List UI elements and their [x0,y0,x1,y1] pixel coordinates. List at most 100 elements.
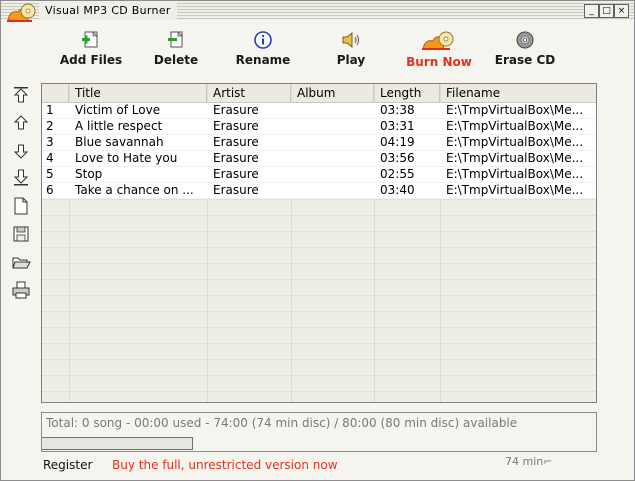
grid-row-line [42,391,596,392]
move-bottom-icon[interactable] [11,167,31,187]
track-title: Blue savannah [75,135,164,149]
play-label: Play [336,53,366,67]
speaker-icon [342,31,359,49]
track-album [291,103,374,118]
track-album [291,183,374,198]
rename-label: Rename [235,53,291,67]
erase-cd-label: Erase CD [494,53,556,67]
track-number: 2 [46,119,54,133]
grid-row-line [42,199,596,200]
grid-row-line [42,295,596,296]
track-number: 5 [46,167,54,181]
table-row[interactable]: 5 Stop Erasure 02:55 E:\TmpVirtualBox\Me… [42,167,596,183]
table-row[interactable]: 2 A little respect Erasure 03:31 E:\TmpV… [42,119,596,135]
track-length: 03:31 [380,119,415,133]
column-header-title[interactable]: Title [69,84,207,102]
track-list-header: Title Artist Album Length Filename [42,84,596,103]
column-header-filename[interactable]: Filename [440,84,596,102]
track-album [291,151,374,166]
maximize-button[interactable]: □ [599,4,614,18]
app-logo-icon [7,3,36,22]
delete-button[interactable]: Delete [151,31,201,75]
grid-row-line [42,375,596,376]
move-top-icon[interactable] [11,85,31,105]
burn-now-button[interactable]: Burn Now [405,31,473,75]
table-row[interactable]: 6 Take a chance on ... Erasure 03:40 E:\… [42,183,596,199]
track-list-body: 1 Victim of Love Erasure 03:38 E:\TmpVir… [42,103,596,199]
grid-row-line [42,279,596,280]
track-length: 03:40 [380,183,415,197]
track-number: 1 [46,103,54,117]
track-length: 04:19 [380,135,415,149]
track-artist: Erasure [213,119,259,133]
delete-icon [168,31,183,48]
grid-row-line [42,343,596,344]
track-length: 03:38 [380,103,415,117]
track-number: 4 [46,151,54,165]
rename-button[interactable]: Rename [234,31,292,75]
track-album [291,167,374,182]
new-list-icon[interactable] [11,196,31,216]
open-folder-icon[interactable] [11,252,31,272]
column-header-length[interactable]: Length [374,84,440,102]
track-artist: Erasure [213,151,259,165]
track-filename: E:\TmpVirtualBox\Me... [446,151,584,165]
save-list-icon[interactable] [11,224,31,244]
close-button[interactable]: × [614,4,629,18]
track-length: 02:55 [380,167,415,181]
delete-label: Delete [153,53,199,67]
register-link[interactable]: Register [43,458,92,472]
grid-row-line [42,215,596,216]
minimize-button[interactable]: _ [584,4,599,18]
grid-row-line [42,231,596,232]
track-title: Take a chance on ... [75,183,194,197]
erase-cd-button[interactable]: Erase CD [493,31,557,75]
table-row[interactable]: 3 Blue savannah Erasure 04:19 E:\TmpVirt… [42,135,596,151]
track-number: 6 [46,183,54,197]
track-number: 3 [46,135,54,149]
title-bar[interactable]: Visual MP3 CD Burner _ □ × [1,1,634,22]
column-header-artist[interactable]: Artist [207,84,291,102]
track-title: Stop [75,167,103,181]
move-up-icon[interactable] [11,113,31,133]
track-title: Love to Hate you [75,151,178,165]
move-down-icon[interactable] [11,141,31,161]
track-artist: Erasure [213,135,259,149]
play-button[interactable]: Play [331,31,371,75]
track-list[interactable]: Title Artist Album Length Filename 1 Vic… [41,83,597,403]
grid-row-line [42,359,596,360]
track-artist: Erasure [213,183,259,197]
track-artist: Erasure [213,103,259,117]
column-header-album[interactable]: Album [291,84,374,102]
title-text-wrap: Visual MP3 CD Burner [39,2,177,19]
grid-row-line [42,247,596,248]
table-row[interactable]: 4 Love to Hate you Erasure 03:56 E:\TmpV… [42,151,596,167]
track-album [291,119,374,134]
disc-size-selector[interactable]: 74 min⌐ [505,455,552,468]
track-length: 03:56 [380,151,415,165]
add-files-icon [82,31,98,48]
track-filename: E:\TmpVirtualBox\Me... [446,167,584,181]
disc-size-arrow-icon: ⌐ [543,455,553,468]
grid-row-line [42,327,596,328]
track-filename: E:\TmpVirtualBox\Me... [446,103,584,117]
track-filename: E:\TmpVirtualBox\Me... [446,135,584,149]
track-filename: E:\TmpVirtualBox\Me... [446,183,584,197]
disc-size-label: 74 min [505,455,544,468]
info-icon [254,31,272,49]
window-title: Visual MP3 CD Burner [45,4,171,17]
track-filename: E:\TmpVirtualBox\Me... [446,119,584,133]
status-panel: Total: 0 song - 00:00 used - 74:00 (74 m… [41,412,597,452]
column-header-number[interactable] [42,84,69,102]
track-artist: Erasure [213,167,259,181]
add-files-button[interactable]: Add Files [59,31,123,75]
buy-full-version-link[interactable]: Buy the full, unrestricted version now [112,458,338,472]
disc-icon [516,31,534,49]
grid-row-line [42,263,596,264]
burn-cd-icon [422,31,454,50]
disc-usage-progress [42,437,193,450]
print-icon[interactable] [11,280,31,300]
track-title: A little respect [75,119,163,133]
table-row[interactable]: 1 Victim of Love Erasure 03:38 E:\TmpVir… [42,103,596,119]
track-album [291,135,374,150]
